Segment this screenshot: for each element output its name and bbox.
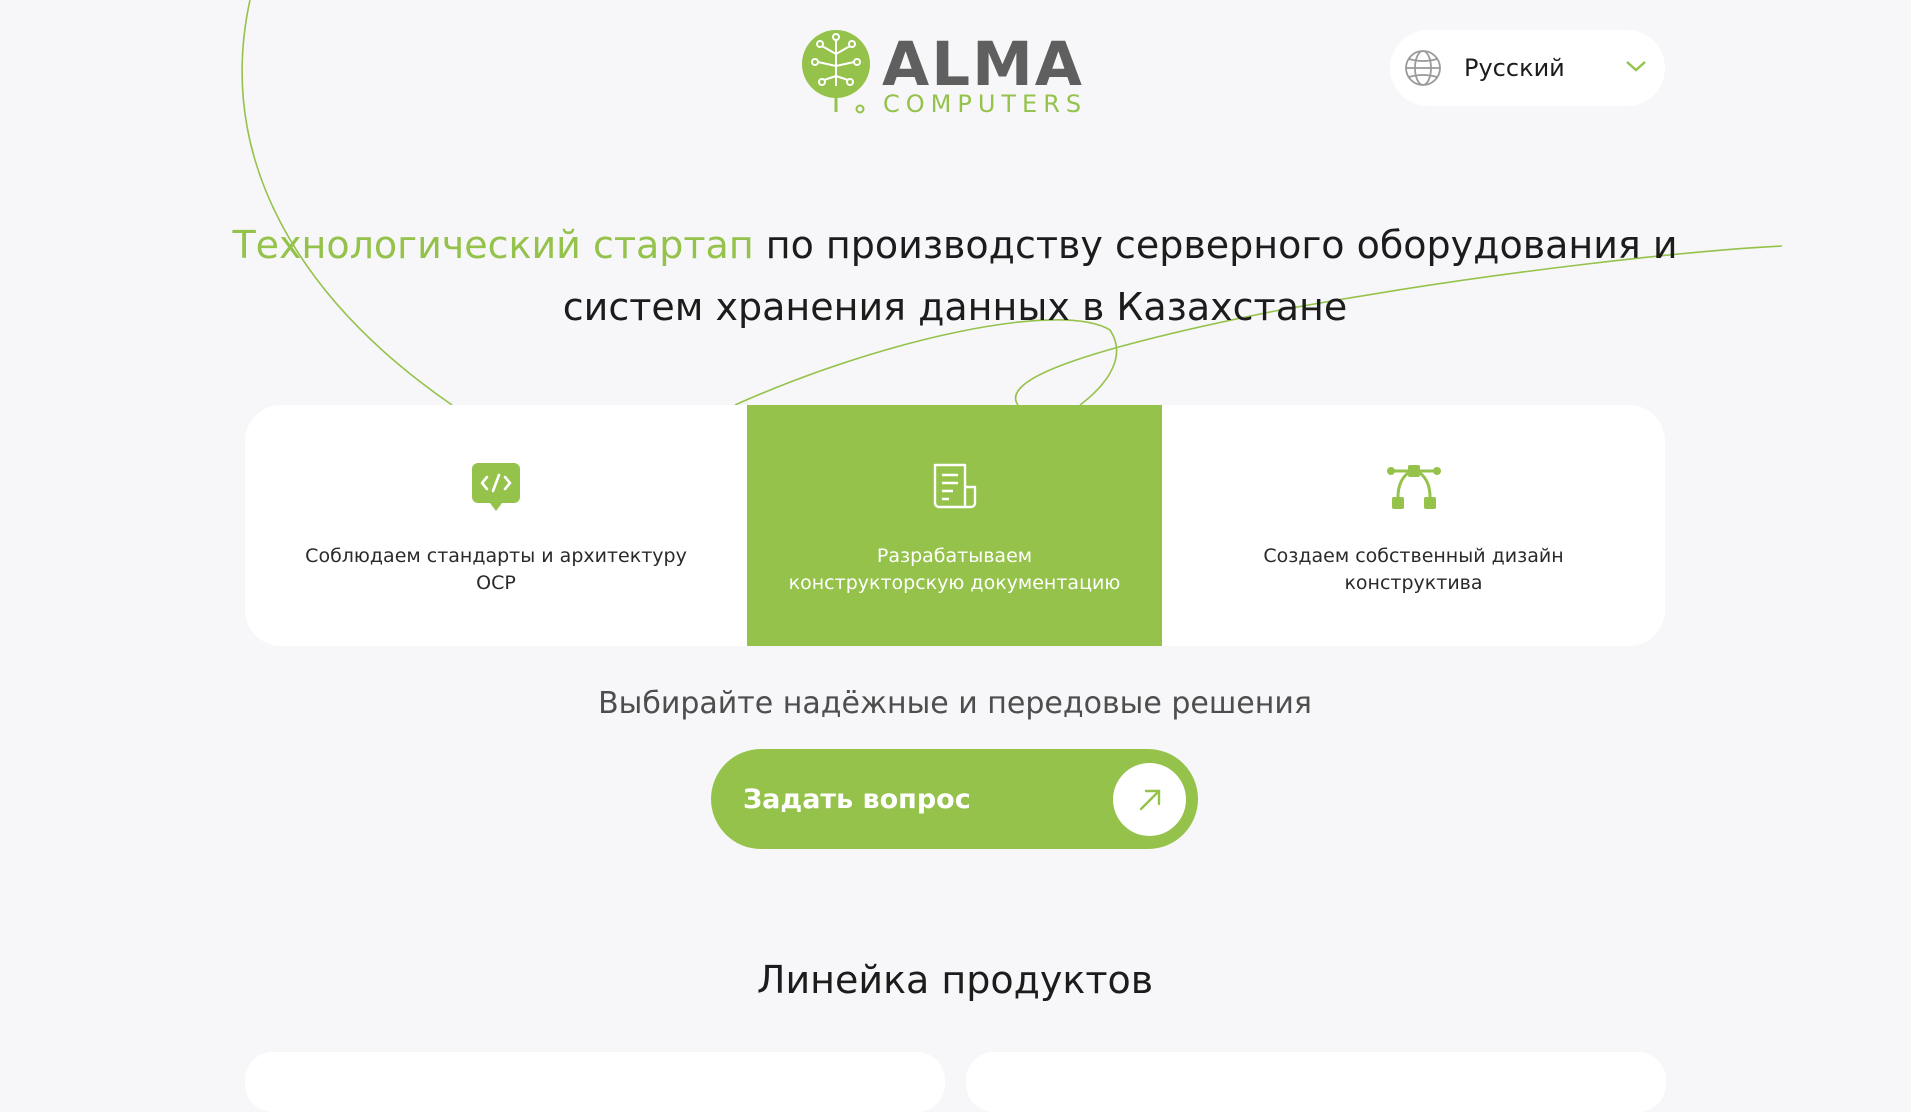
features-panel: Соблюдаем стандарты и архитектуру OCP Ра… <box>245 405 1665 646</box>
products-section-title: Линейка продуктов <box>756 958 1154 1002</box>
hero-heading-accent: Технологический стартап <box>232 223 754 267</box>
feature-card-documentation: Разрабатываем конструкторскую документац… <box>747 405 1162 646</box>
feature-text: Соблюдаем стандарты и архитектуру OCP <box>305 545 687 594</box>
feature-text: Разрабатываем конструкторскую документац… <box>788 545 1121 594</box>
document-icon <box>927 459 983 515</box>
brand-name: ALMA <box>882 29 1084 100</box>
globe-icon <box>1402 47 1444 89</box>
feature-card-ocp: Соблюдаем стандарты и архитектуру OCP <box>245 405 747 646</box>
vector-path-icon <box>1386 459 1442 515</box>
hero-heading: Технологический стартап по производству … <box>230 214 1680 338</box>
language-selector[interactable]: Русский <box>1390 30 1665 106</box>
feature-card-design: Создаем собственный дизайн конструктива <box>1162 405 1665 646</box>
ask-question-label: Задать вопрос <box>743 783 971 815</box>
feature-text: Создаем собственный дизайн конструктива <box>1263 545 1564 594</box>
brand-logo[interactable]: ALMA COMPUTERS <box>800 28 1112 118</box>
arrow-up-right-icon <box>1113 763 1186 836</box>
chevron-down-icon <box>1625 58 1647 77</box>
ask-question-button[interactable]: Задать вопрос <box>711 749 1198 849</box>
brand-subtitle: COMPUTERS <box>883 90 1088 118</box>
language-label: Русский <box>1464 54 1565 82</box>
tagline: Выбирайте надёжные и передовые решения <box>598 686 1312 721</box>
product-card[interactable] <box>966 1052 1666 1112</box>
product-card[interactable] <box>245 1052 945 1112</box>
tree-logo-icon <box>802 30 870 114</box>
code-chat-icon <box>468 459 524 515</box>
